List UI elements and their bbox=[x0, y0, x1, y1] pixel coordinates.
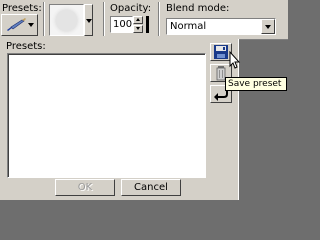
mouse-cursor-icon bbox=[229, 51, 241, 69]
presets-list[interactable] bbox=[7, 53, 206, 178]
presets-dropdown-button[interactable] bbox=[1, 14, 38, 36]
opacity-decrease-button[interactable] bbox=[133, 25, 143, 33]
brush-tip-preview[interactable] bbox=[49, 4, 84, 36]
chevron-down-icon bbox=[86, 19, 92, 23]
blend-mode-select[interactable]: Normal bbox=[166, 18, 276, 35]
presets-panel: Presets: OK Cancel bbox=[0, 39, 239, 200]
brush-tip-dropdown[interactable] bbox=[84, 4, 93, 36]
opacity-label: Opacity: bbox=[110, 3, 152, 14]
toolbar-separator bbox=[158, 2, 160, 36]
presets-list-label: Presets: bbox=[6, 41, 46, 52]
opacity-increase-button[interactable] bbox=[133, 16, 143, 24]
toolbar-separator bbox=[43, 2, 45, 36]
ok-button[interactable]: OK bbox=[55, 179, 115, 196]
chevron-down-icon[interactable] bbox=[261, 19, 275, 34]
paintbrush-icon bbox=[7, 18, 26, 31]
toolbar-separator bbox=[103, 2, 105, 36]
opacity-slider-handle[interactable] bbox=[146, 16, 149, 33]
opacity-spinner[interactable] bbox=[133, 16, 143, 33]
blend-mode-label: Blend mode: bbox=[166, 3, 230, 14]
presets-label: Presets: bbox=[2, 3, 42, 14]
tool-options-bar: Presets: Opacity: 100 Blend mode: Normal bbox=[0, 0, 288, 40]
save-preset-tooltip: Save preset bbox=[225, 77, 287, 91]
cancel-button[interactable]: Cancel bbox=[121, 179, 181, 196]
chevron-down-icon bbox=[28, 23, 34, 27]
blend-mode-value: Normal bbox=[170, 21, 207, 32]
brush-tip-shape bbox=[56, 10, 77, 31]
opacity-input[interactable]: 100 bbox=[110, 16, 133, 33]
floppy-disk-icon bbox=[214, 45, 228, 59]
